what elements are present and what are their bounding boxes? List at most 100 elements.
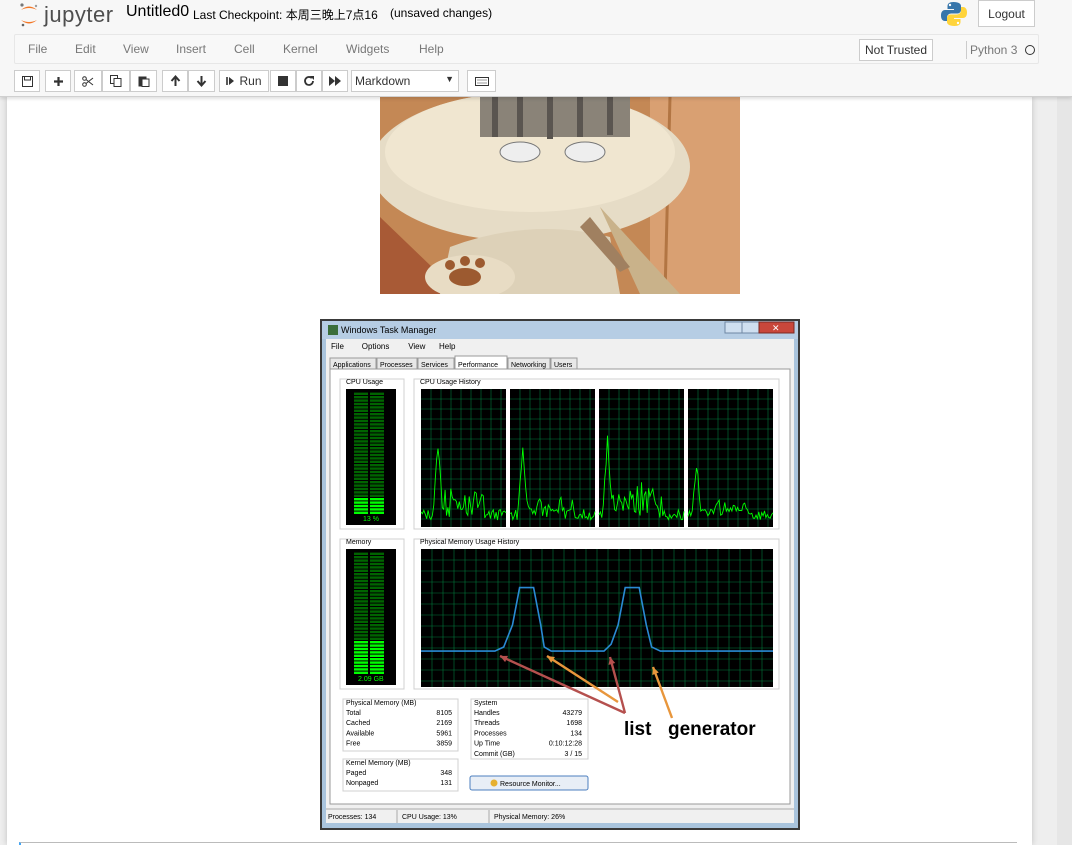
gauge-segment [354,474,368,477]
gauge-segment [354,396,368,399]
menu-view[interactable]: View [123,42,149,56]
interrupt-button[interactable] [270,70,296,92]
gauge-segment [354,627,368,630]
menu-insert[interactable]: Insert [176,42,206,56]
tm-tab-label: Networking [511,362,546,369]
not-trusted-button[interactable]: Not Trusted [859,39,933,61]
move-up-button[interactable] [162,70,188,92]
python-icon [941,2,967,26]
menu-cell[interactable]: Cell [234,42,255,56]
gauge-segment [370,627,384,630]
minimize-button[interactable] [724,321,743,334]
scissors-icon [82,75,94,87]
menu-file[interactable]: File [28,42,47,56]
gauge-segment [354,440,368,443]
kernel-name: Python 3 [970,43,1018,57]
cat-photo [380,97,740,294]
gauge-segment [370,453,384,457]
cell-type-value: Markdown [355,74,411,88]
gauge-segment [354,641,368,644]
menu-widgets[interactable]: Widgets [346,42,389,56]
move-down-button[interactable] [188,70,215,92]
gauge-segment [370,494,384,497]
gauge-segment [354,654,368,657]
gauge-segment [370,470,384,474]
gauge-segment [370,430,384,433]
stats-value: 1698 [566,720,582,727]
menu-help[interactable]: Help [419,42,444,56]
mem-history-label: Physical Memory Usage History [420,539,520,546]
step-forward-icon [226,77,235,85]
generator-annotation: generator [668,719,756,740]
copy-button[interactable] [102,70,130,92]
gauge-segment [370,396,384,399]
restart-run-all-button[interactable] [322,70,348,92]
gauge-segment [354,647,368,651]
close-icon: ✕ [772,323,780,333]
stats-label: Up Time [474,741,500,748]
tm-menu-view[interactable]: View [408,342,425,351]
divider [966,41,967,59]
gauge-segment [370,477,384,480]
tm-menu-options[interactable]: Options [362,342,390,351]
gauge-segment [370,487,384,491]
cpu-history-label: CPU Usage History [420,379,481,386]
gauge-segment [354,419,368,423]
menu-edit[interactable]: Edit [75,42,96,56]
gauge-segment [354,600,368,603]
tm-tab-label: Users [554,362,573,369]
menu-kernel[interactable]: Kernel [283,42,318,56]
gauge-segment [370,423,384,426]
cut-button[interactable] [74,70,102,92]
gauge-segment [354,501,368,504]
restart-button[interactable] [296,70,322,92]
jupyter-logo[interactable]: jupyter [18,2,114,28]
cell-type-select[interactable]: Markdown ▼ [351,70,459,92]
logout-button[interactable]: Logout [978,0,1035,27]
tm-menu-help[interactable]: Help [439,342,456,351]
gauge-segment [370,620,384,623]
gauge-segment [370,668,384,671]
gauge-segment [370,504,384,508]
stats-label: Available [346,730,374,737]
insert-cell-button[interactable] [45,70,71,92]
gauge-segment [354,433,368,436]
gauge-segment [354,630,368,634]
gauge-segment [354,562,368,566]
gauge-segment [370,474,384,477]
gauge-segment [354,644,368,647]
gauge-segment [354,481,368,484]
stats-label: Cached [346,720,370,727]
menubar: File Edit View Insert Cell Kernel Widget… [14,34,1039,64]
gauge-segment [354,487,368,491]
gauge-segment [370,402,384,406]
notebook-title[interactable]: Untitled0 [126,3,189,21]
gauge-segment [370,651,384,654]
gauge-segment [370,457,384,460]
gauge-segment [370,607,384,610]
stats-label: Threads [474,720,500,727]
tm-menu-file[interactable]: File [331,342,344,351]
gauge-segment [354,583,368,586]
gauge-segment [370,562,384,566]
gauge-segment [354,457,368,460]
paste-button[interactable] [130,70,157,92]
gauge-segment [370,586,384,589]
page-scrollbar[interactable] [1057,97,1072,845]
gauge-segment [354,447,368,450]
command-palette-button[interactable] [467,70,496,92]
gauge-segment [354,620,368,623]
gauge-segment [370,624,384,627]
status-item: Physical Memory: 26% [494,814,565,821]
stats-label: Free [346,741,361,748]
maximize-button[interactable] [741,321,760,334]
gauge-segment [354,470,368,474]
save-button[interactable] [14,70,40,92]
run-button[interactable]: Run [219,70,269,92]
stats-label: Nonpaged [346,780,378,787]
gauge-segment [354,453,368,457]
save-icon [21,75,33,87]
gauge-segment [370,644,384,647]
header: jupyter Untitled0 Last Checkpoint: 本周三晚上… [0,0,1072,97]
gauge-segment [370,596,384,600]
